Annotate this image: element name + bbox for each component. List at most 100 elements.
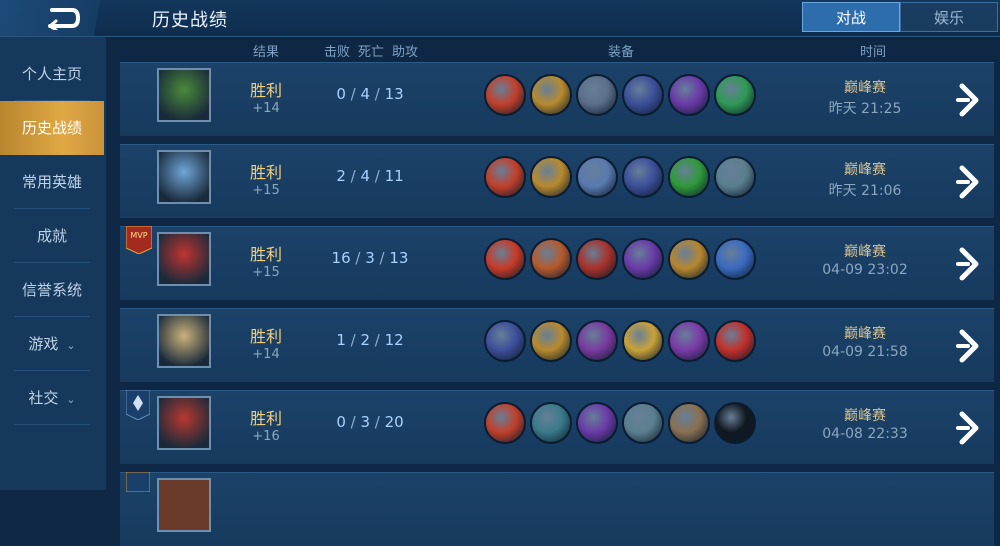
sidebar-item-credit[interactable]: 信誉系统: [0, 263, 104, 317]
match-mode: 巅峰赛: [844, 326, 886, 342]
match-result: 胜利: [249, 163, 282, 182]
equipment-item-icon[interactable]: [714, 238, 756, 280]
equipment-item-icon[interactable]: [576, 238, 618, 280]
match-mode: 巅峰赛: [844, 244, 886, 260]
match-mode: 巅峰赛: [844, 162, 886, 178]
match-time: 昨天 21:25: [828, 101, 902, 117]
equipment-item-icon[interactable]: [668, 74, 710, 116]
hero-avatar: [157, 150, 211, 204]
match-row[interactable]: MVP 胜利 +15 16 / 3 / 13 巅峰赛 04-09 23:02: [120, 226, 994, 300]
column-header-time: 时间: [860, 45, 887, 60]
chevron-right-icon[interactable]: [956, 411, 982, 445]
equipment-item-icon[interactable]: [714, 156, 756, 198]
sidebar-item-label: 常用英雄: [21, 173, 82, 191]
equipment-item-icon[interactable]: [484, 402, 526, 444]
equipment-list: [484, 238, 764, 284]
equipment-list: [484, 156, 764, 202]
sidebar-item-label: 游戏: [28, 335, 59, 353]
match-points: +15: [252, 183, 280, 198]
sidebar-item-achievements[interactable]: 成就: [0, 209, 104, 263]
column-header-deaths: 死亡: [358, 45, 385, 60]
match-time: 04-09 21:58: [822, 344, 908, 360]
sidebar-item-label: 社交: [28, 389, 59, 407]
match-row[interactable]: 胜利 +14 1 / 2 / 12 巅峰赛 04-09 21:58: [120, 308, 994, 382]
match-row[interactable]: 胜利 +15 2 / 4 / 11 巅峰赛 昨天 21:06: [120, 144, 994, 218]
equipment-item-icon[interactable]: [622, 320, 664, 362]
column-header-assists: 助攻: [392, 45, 419, 60]
match-points: +15: [252, 265, 280, 280]
equipment-item-icon[interactable]: [622, 238, 664, 280]
equipment-item-icon[interactable]: [622, 402, 664, 444]
equipment-item-icon[interactable]: [622, 74, 664, 116]
kills-value: 16: [331, 249, 351, 267]
equipment-item-icon[interactable]: [484, 74, 526, 116]
sidebar-item-heroes[interactable]: 常用英雄: [0, 155, 104, 209]
top-bar: 历史战绩 对战 娱乐: [0, 0, 1000, 37]
equipment-item-icon[interactable]: [668, 402, 710, 444]
equipment-item-icon[interactable]: [576, 402, 618, 444]
equipment-item-icon[interactable]: [576, 156, 618, 198]
equipment-item-icon[interactable]: [484, 156, 526, 198]
hero-avatar: [157, 396, 211, 450]
sidebar-item-label: 信誉系统: [21, 281, 82, 299]
equipment-item-icon[interactable]: [714, 320, 756, 362]
equipment-item-icon[interactable]: [714, 402, 756, 444]
equipment-list: [484, 74, 764, 120]
sidebar-item-label: 个人主页: [21, 65, 82, 83]
hero-avatar: [157, 68, 211, 122]
back-button[interactable]: [0, 0, 118, 36]
assists-value: 11: [384, 167, 404, 185]
equipment-item-icon[interactable]: [714, 74, 756, 116]
equipment-item-icon[interactable]: [668, 238, 710, 280]
mvp-badge-icon: MVP: [126, 226, 152, 254]
kda-stats: 1 / 2 / 12: [336, 331, 404, 349]
back-arrow-icon: [48, 8, 80, 30]
match-time: 昨天 21:06: [828, 183, 902, 199]
equipment-item-icon[interactable]: [484, 238, 526, 280]
match-result: 胜利: [249, 245, 282, 264]
chevron-down-icon: ⌄: [66, 339, 76, 352]
match-points: +16: [252, 429, 280, 444]
equipment-item-icon[interactable]: [530, 402, 572, 444]
kills-value: 1: [336, 331, 346, 349]
match-row[interactable]: 胜利 +14 0 / 4 / 13 巅峰赛 昨天 21:25: [120, 62, 994, 136]
page-title: 历史战绩: [152, 10, 228, 31]
tab-battle[interactable]: 对战: [802, 2, 900, 32]
assists-value: 13: [389, 249, 409, 267]
match-result: 胜利: [249, 409, 282, 428]
rank-badge-icon: [126, 472, 150, 492]
equipment-item-icon[interactable]: [576, 320, 618, 362]
sidebar-item-social[interactable]: 社交 ⌄: [0, 371, 104, 425]
match-mode: 巅峰赛: [844, 80, 886, 96]
kda-stats: 16 / 3 / 13: [331, 249, 409, 267]
equipment-item-icon[interactable]: [530, 156, 572, 198]
equipment-item-icon[interactable]: [530, 74, 572, 116]
chevron-right-icon[interactable]: [956, 165, 982, 199]
equipment-item-icon[interactable]: [530, 320, 572, 362]
match-row[interactable]: 胜利 +16 0 / 3 / 20 巅峰赛 04-08 22:33: [120, 390, 994, 464]
equipment-item-icon[interactable]: [530, 238, 572, 280]
match-mode: 巅峰赛: [844, 408, 886, 424]
equipment-item-icon[interactable]: [668, 320, 710, 362]
sidebar-item-game[interactable]: 游戏 ⌄: [0, 317, 104, 371]
sidebar-item-profile[interactable]: 个人主页: [0, 47, 104, 101]
sidebar-item-history[interactable]: 历史战绩: [0, 101, 104, 155]
column-header-kills: 击败: [324, 45, 351, 60]
hero-avatar: [157, 478, 211, 532]
kills-value: 2: [336, 167, 346, 185]
tab-entertainment[interactable]: 娱乐: [900, 2, 998, 32]
kda-stats: 0 / 3 / 20: [336, 413, 404, 431]
equipment-item-icon[interactable]: [576, 74, 618, 116]
chevron-right-icon[interactable]: [956, 83, 982, 117]
chevron-right-icon[interactable]: [956, 329, 982, 363]
match-row[interactable]: [120, 472, 994, 546]
equipment-item-icon[interactable]: [622, 156, 664, 198]
equipment-list: [484, 402, 764, 448]
rank-badge-icon: [126, 390, 150, 420]
chevron-right-icon[interactable]: [956, 247, 982, 281]
column-header-equipment: 装备: [608, 45, 635, 60]
hero-avatar: [157, 314, 211, 368]
kills-value: 0: [336, 413, 346, 431]
equipment-item-icon[interactable]: [484, 320, 526, 362]
equipment-item-icon[interactable]: [668, 156, 710, 198]
